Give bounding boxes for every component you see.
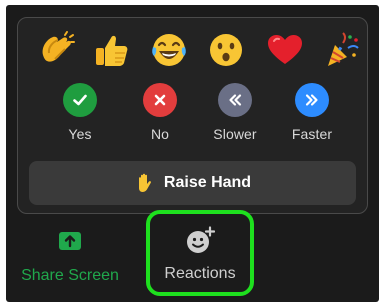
faster-label: Faster: [291, 126, 333, 142]
raised-hand-icon: [134, 172, 156, 194]
party-popper-emoji-button[interactable]: [321, 29, 363, 71]
reactions-label: Reactions: [164, 265, 236, 282]
no-label: No: [150, 126, 170, 142]
raise-hand-label: Raise Hand: [163, 174, 252, 191]
slower-label: Slower: [213, 126, 257, 142]
red-heart-emoji-button[interactable]: [264, 29, 306, 71]
thumbs-up-emoji-button[interactable]: [90, 29, 132, 71]
open-mouth-icon: [210, 34, 242, 66]
clapping-hands-emoji-button[interactable]: [35, 29, 77, 71]
share-screen-label: Share Screen: [21, 267, 119, 284]
zoom-reactions-screen: Yes No Slower Faster Raise Hand Share Sc…: [0, 0, 385, 308]
party-popper-icon: [328, 32, 359, 66]
thumbs-up-icon: [96, 35, 128, 66]
raise-hand-button[interactable]: Raise Hand: [29, 161, 356, 205]
fast-forward-icon: [295, 83, 329, 117]
tears-of-joy-emoji-button[interactable]: [148, 29, 190, 71]
clapping-hands-icon: [42, 31, 75, 62]
tears-of-joy-icon: [152, 34, 186, 66]
red-heart-icon: [268, 35, 302, 64]
open-mouth-emoji-button[interactable]: [205, 29, 247, 71]
no-feedback-button[interactable]: No: [130, 83, 190, 153]
slower-feedback-button[interactable]: Slower: [205, 83, 265, 153]
reactions-smiley-icon: [185, 226, 215, 254]
reactions-button[interactable]: Reactions: [146, 210, 254, 296]
yes-label: Yes: [68, 126, 92, 142]
share-screen-button[interactable]: Share Screen: [12, 228, 128, 285]
reactions-popup: Yes No Slower Faster Raise Hand: [17, 17, 368, 214]
x-icon: [143, 83, 177, 117]
faster-feedback-button[interactable]: Faster: [282, 83, 342, 153]
yes-feedback-button[interactable]: Yes: [50, 83, 110, 153]
share-screen-icon: [58, 231, 82, 251]
rewind-icon: [218, 83, 252, 117]
checkmark-icon: [63, 83, 97, 117]
